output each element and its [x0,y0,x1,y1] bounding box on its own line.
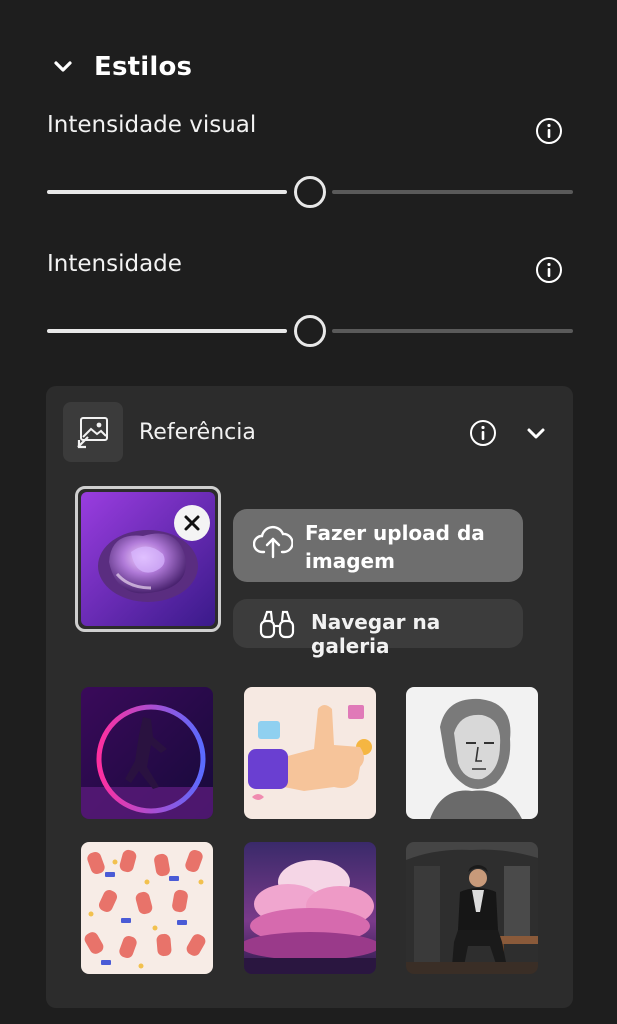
slider-track-filled [47,329,287,333]
chevron-down-icon [54,61,72,72]
intensity-label: Intensidade [47,251,182,277]
cloud-upload-icon [253,525,293,559]
gallery-image-neon-ring[interactable] [81,687,213,819]
reference-title: Referência [139,420,256,445]
styles-section-toggle[interactable]: Estilos [52,52,192,82]
styles-section-title: Estilos [94,52,193,82]
visual-intensity-slider[interactable] [47,175,573,209]
gallery-image-thumbs-up[interactable] [244,687,376,819]
slider-track [332,190,573,194]
slider-track-filled [47,190,287,194]
slider-thumb[interactable] [294,315,326,347]
reference-image-icon-box [63,402,123,462]
visual-intensity-label: Intensidade visual [47,112,257,138]
browse-gallery-button[interactable]: Navegar na galeria [233,599,523,658]
chevron-down-icon[interactable] [524,421,548,445]
browse-gallery-label: Navegar na galeria [311,610,441,658]
gallery-image-seated-man[interactable] [406,842,538,974]
upload-image-label: Fazer upload da imagem [305,521,485,573]
info-icon[interactable] [469,419,497,447]
selected-reference-image[interactable] [75,486,221,632]
upload-image-button[interactable]: Fazer upload da imagem [233,509,523,582]
info-icon[interactable] [535,117,563,145]
info-icon[interactable] [535,256,563,284]
reference-panel: Referência Fazer upload da imagem Navega… [46,386,573,1008]
gallery-image-engraved-portrait[interactable] [406,687,538,819]
close-icon [184,515,200,531]
slider-thumb[interactable] [294,176,326,208]
gallery-image-hand-pattern[interactable] [81,842,213,974]
slider-track [332,329,573,333]
intensity-slider[interactable] [47,314,573,348]
reference-image-icon [77,417,108,449]
gallery-image-pink-clouds[interactable] [244,842,376,974]
remove-image-button[interactable] [174,505,210,541]
binoculars-icon [259,610,295,639]
